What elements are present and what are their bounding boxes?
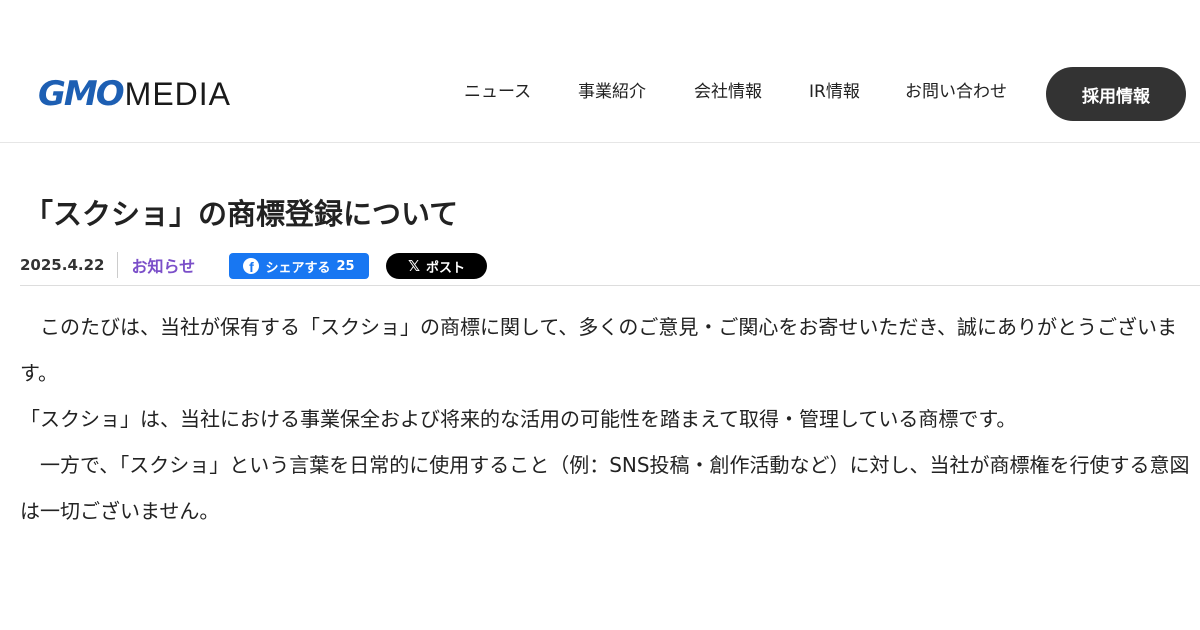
meta-divider	[117, 252, 119, 278]
recruit-button[interactable]: 採用情報	[1046, 67, 1186, 121]
main-nav: ニュース 事業紹介 会社情報 IR情報 お問い合わせ	[0, 80, 1200, 104]
nav-item-company[interactable]: 会社情報	[694, 80, 762, 104]
nav-item-business[interactable]: 事業紹介	[578, 80, 646, 104]
page-title: 「スクショ」の商標登録について	[24, 197, 459, 231]
article-paragraph: 一方で、「スクショ」という言葉を日常的に使用すること（例：SNS投稿・創作活動な…	[20, 453, 1190, 523]
article-body: このたびは、当社が保有する「スクショ」の商標に関して、多くのご意見・ご関心をお寄…	[20, 304, 1200, 534]
article-paragraph: 「スクショ」は、当社における事業保全および将来的な活用の可能性を踏まえて取得・管…	[20, 407, 1017, 431]
x-post-label: ポスト	[426, 260, 466, 276]
facebook-share-label: シェアする	[265, 260, 331, 276]
nav-item-news[interactable]: ニュース	[464, 80, 531, 104]
facebook-share-button[interactable]: f シェアする 25	[229, 253, 369, 279]
content-divider	[20, 285, 1200, 286]
category-link[interactable]: お知らせ	[131, 253, 195, 277]
facebook-icon: f	[243, 258, 260, 274]
facebook-share-count: 25	[336, 258, 355, 274]
nav-item-ir[interactable]: IR情報	[809, 80, 860, 104]
nav-item-contact[interactable]: お問い合わせ	[905, 80, 1007, 104]
x-post-button[interactable]: 𝕏 ポスト	[386, 253, 487, 279]
x-icon: 𝕏	[407, 256, 421, 275]
site-header: GMO MEDIA ニュース 事業紹介 会社情報 IR情報 お問い合わせ 採用情…	[0, 0, 1200, 143]
article-date: 2025.4.22	[20, 256, 105, 274]
article-meta: 2025.4.22 お知らせ	[20, 250, 195, 280]
article-paragraph: このたびは、当社が保有する「スクショ」の商標に関して、多くのご意見・ご関心をお寄…	[20, 315, 1177, 385]
